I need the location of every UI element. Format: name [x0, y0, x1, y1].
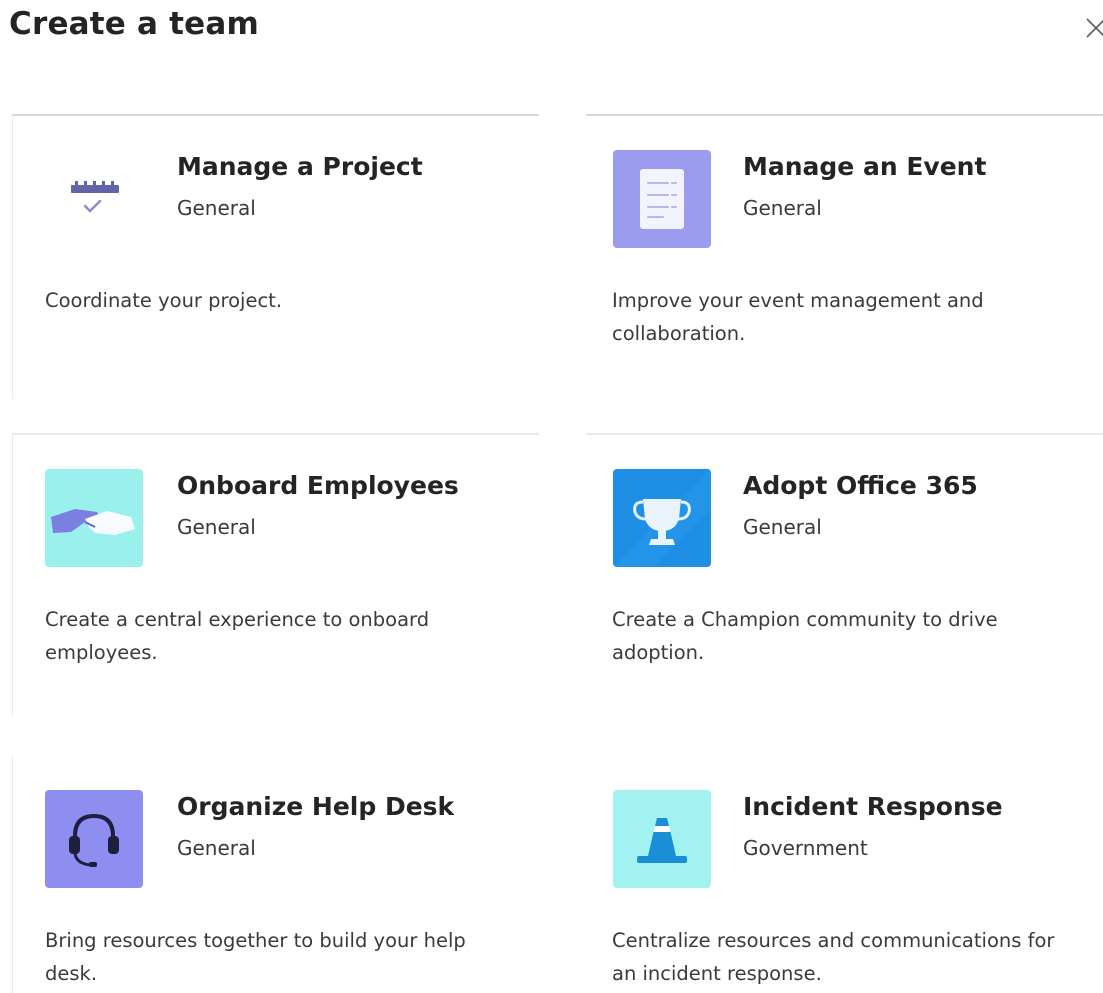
headset-icon	[45, 790, 143, 888]
create-team-dialog: Create a team Manage a Project General C…	[0, 0, 1103, 993]
template-card-organize-help-desk[interactable]: Organize Help Desk General Bring resourc…	[12, 754, 539, 993]
template-category: General	[743, 196, 822, 220]
template-category: Government	[743, 836, 868, 860]
template-description: Coordinate your project.	[45, 289, 283, 312]
template-card-manage-project[interactable]: Manage a Project General Coordinate your…	[12, 114, 539, 399]
project-calendar-icon	[45, 150, 143, 248]
handshake-icon	[45, 469, 143, 567]
template-title: Onboard Employees	[177, 471, 459, 500]
template-description: Create a central experience to onboard e…	[45, 608, 430, 664]
template-description: Bring resources together to build your h…	[45, 929, 466, 985]
template-card-manage-event[interactable]: Manage an Event General Improve your eve…	[586, 114, 1103, 399]
template-title: Adopt Office 365	[743, 471, 978, 500]
template-description: Create a Champion community to drive ado…	[612, 608, 998, 664]
template-description: Improve your event management and collab…	[612, 289, 984, 345]
template-category: General	[743, 515, 822, 539]
template-category: General	[177, 196, 256, 220]
template-category: General	[177, 836, 256, 860]
template-description: Centralize resources and communications …	[612, 929, 1055, 985]
template-title: Manage an Event	[743, 152, 987, 181]
template-card-incident-response[interactable]: Incident Response Government Centralize …	[586, 754, 1103, 993]
template-category: General	[177, 515, 256, 539]
close-icon[interactable]	[1084, 16, 1103, 40]
template-card-adopt-office-365[interactable]: Adopt Office 365 General Create a Champi…	[586, 433, 1103, 718]
event-checklist-icon	[613, 150, 711, 248]
dialog-title: Create a team	[9, 6, 259, 42]
template-title: Incident Response	[743, 792, 1003, 821]
template-title: Organize Help Desk	[177, 792, 455, 821]
traffic-cone-icon	[613, 790, 711, 888]
template-title: Manage a Project	[177, 152, 423, 181]
template-card-onboard-employees[interactable]: Onboard Employees General Create a centr…	[12, 433, 539, 718]
trophy-icon	[613, 469, 711, 567]
